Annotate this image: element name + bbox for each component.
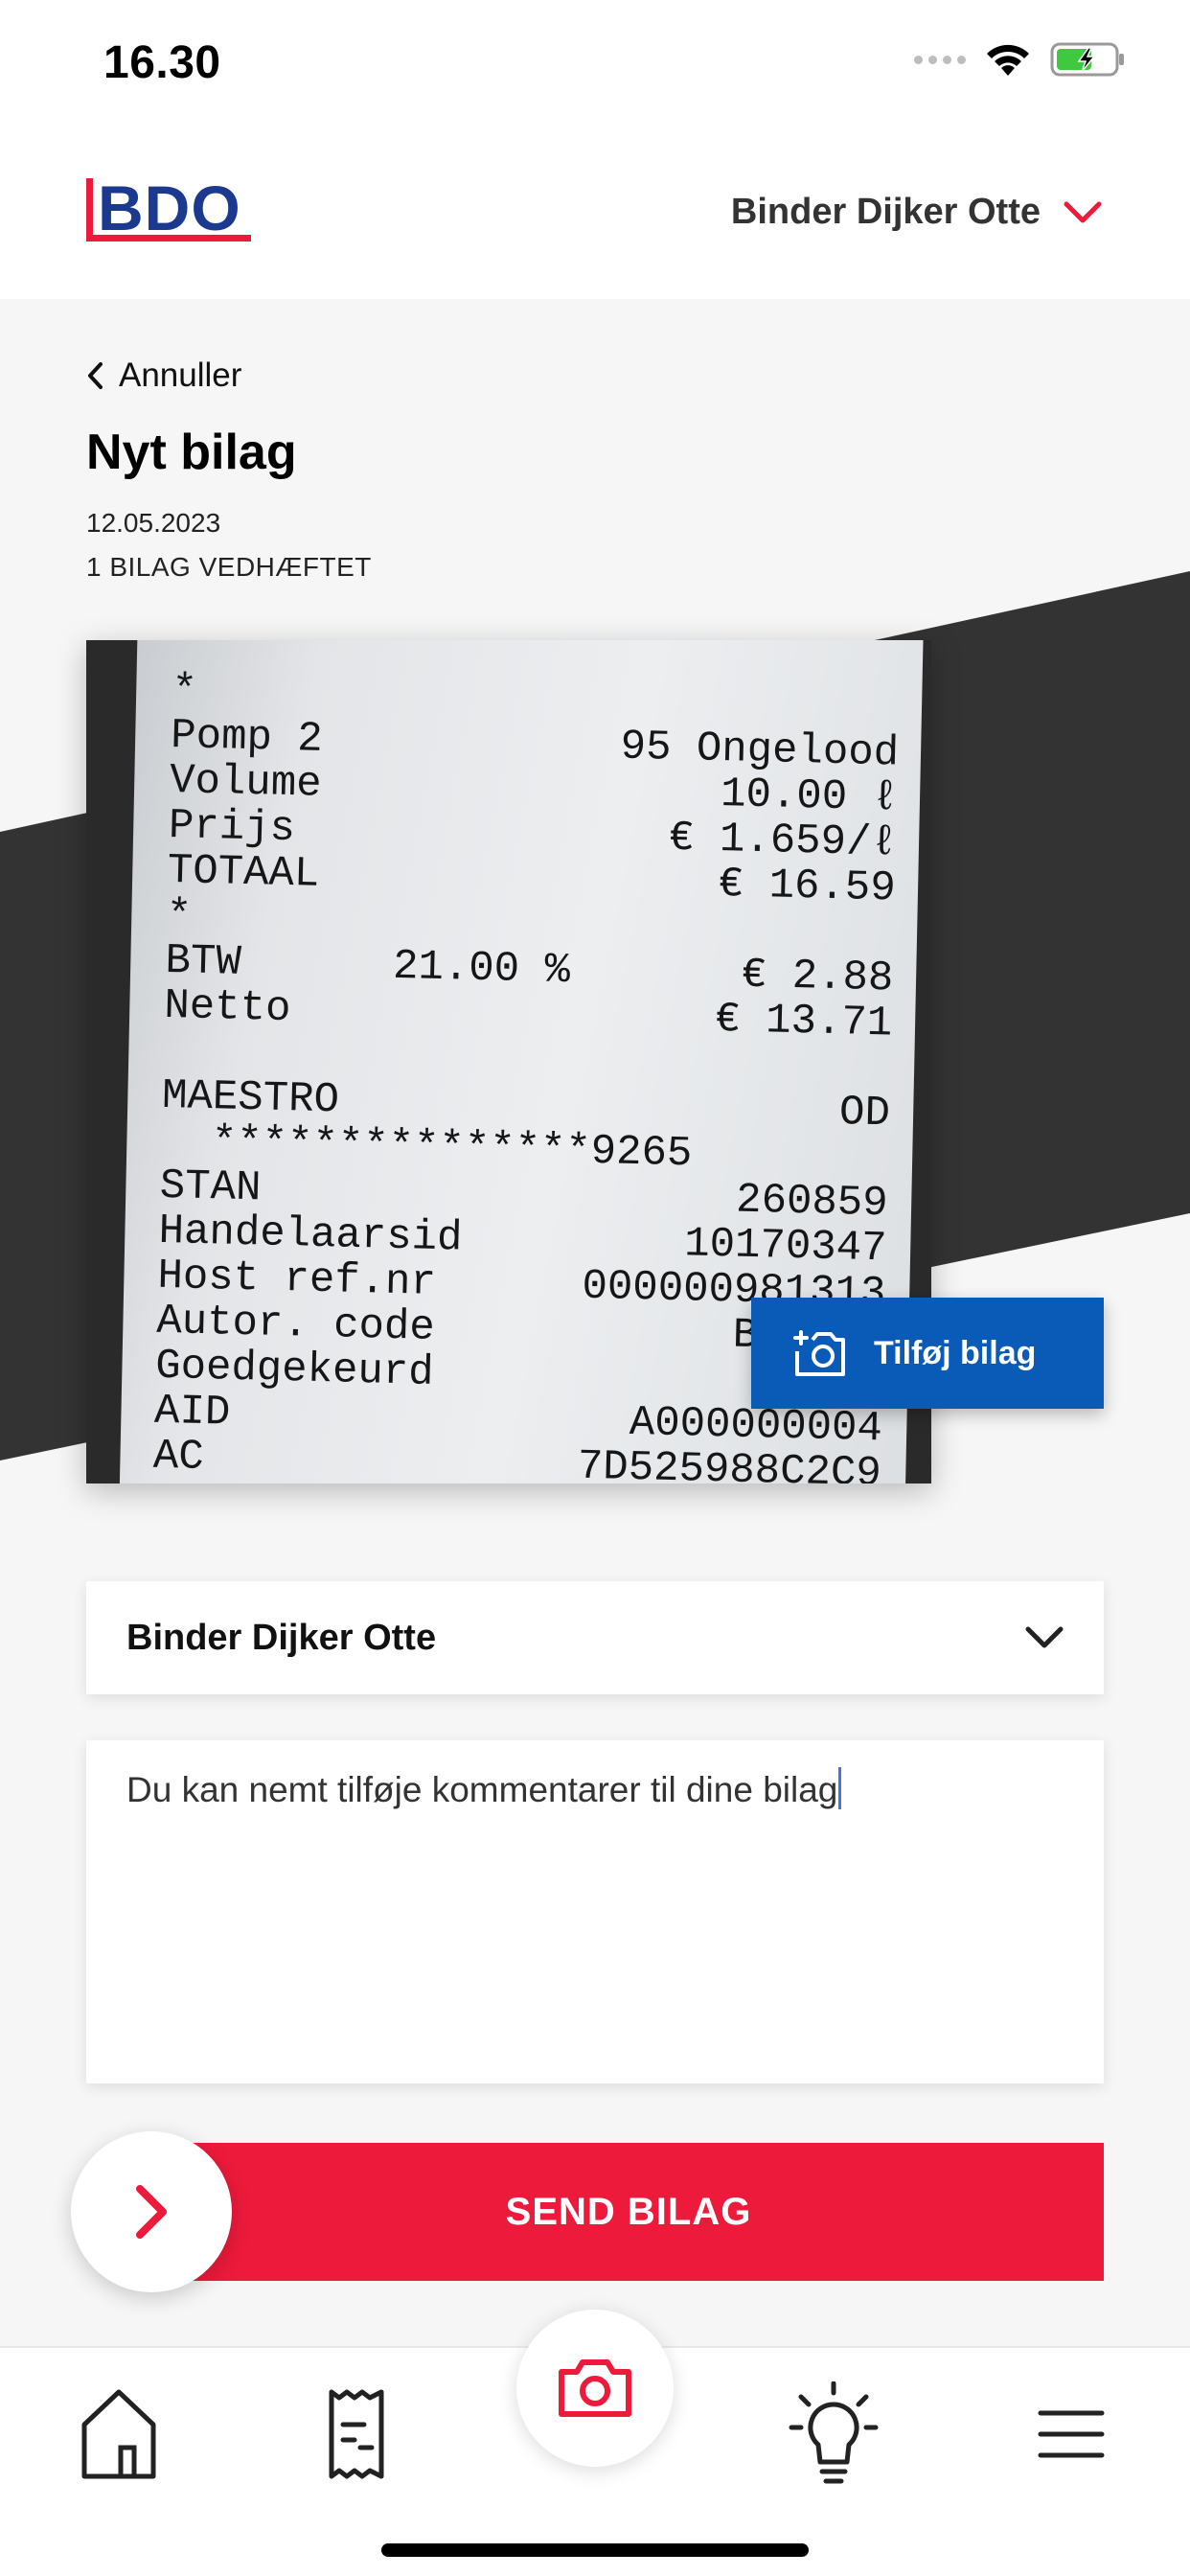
receipt-line-value: 95 Ongelood (620, 723, 900, 778)
receipt-line-label: AID (153, 1387, 231, 1438)
add-photo-icon (793, 1330, 845, 1376)
page-title: Nyt bilag (86, 425, 297, 480)
receipt-line-label: TOTAAL (167, 846, 320, 899)
main-content: Annuller Nyt bilag 12.05.2023 1 BILAG VE… (0, 299, 1190, 2346)
send-button[interactable]: SEND BILAG (192, 2143, 1104, 2281)
chevron-right-icon (136, 2185, 167, 2239)
receipt-line-label: Volume (169, 756, 323, 809)
receipt-line-label (163, 1029, 190, 1075)
receipt-line-value: 260859 (735, 1176, 889, 1229)
receipt-line-value: € 1.659/ℓ (668, 814, 898, 868)
chevron-down-icon (1064, 201, 1102, 222)
svg-text:BDO: BDO (98, 174, 241, 243)
company-dropdown-value: Binder Dijker Otte (126, 1617, 437, 1658)
receipt-line-label: Pomp 2 (170, 711, 324, 764)
receipt-line-label: MAESTRO (161, 1071, 340, 1125)
home-icon (81, 2389, 156, 2479)
company-dropdown[interactable]: Binder Dijker Otte (86, 1581, 1104, 1694)
receipt-line-label: Prijs (168, 801, 296, 854)
receipt-icon (329, 2389, 384, 2479)
tab-menu[interactable] (1004, 2367, 1138, 2501)
company-selector[interactable]: Binder Dijker Otte (731, 192, 1102, 233)
send-button-label: SEND BILAG (505, 2190, 752, 2233)
tab-home[interactable] (52, 2367, 186, 2501)
app-header: BDO Binder Dijker Otte (0, 134, 1190, 299)
receipt-line-value: € 16.59 (718, 860, 897, 913)
send-arrow-button[interactable] (71, 2131, 232, 2292)
company-selector-label: Binder Dijker Otte (730, 192, 1041, 232)
add-attachment-button[interactable]: Tilføj bilag (751, 1298, 1104, 1409)
menu-icon (1038, 2410, 1105, 2458)
tab-tips[interactable] (767, 2367, 901, 2501)
tab-vouchers[interactable] (289, 2367, 423, 2501)
home-indicator (381, 2543, 809, 2557)
cancel-label: Annuller (119, 356, 242, 394)
add-attachment-label: Tilføj bilag (874, 1334, 1037, 1371)
receipt-line-value: € 2.88 (741, 951, 894, 1003)
cancel-button[interactable]: Annuller (86, 356, 241, 395)
chevron-left-icon (88, 362, 103, 389)
wifi-icon (987, 44, 1029, 76)
status-bar: 16.30 (0, 0, 1190, 134)
receipt-line-value: 10170347 (683, 1220, 888, 1274)
receipt-line-value: OD (838, 1089, 891, 1138)
receipt-line-value: 7D525988C2C9 (577, 1442, 882, 1484)
status-time: 16.30 (103, 37, 221, 88)
receipt-line-value: 10.00 ℓ (720, 770, 899, 823)
camera-icon (559, 2359, 631, 2417)
receipt-line-label: * (171, 667, 198, 716)
lightbulb-icon (789, 2381, 879, 2484)
bdo-logo: BDO (84, 172, 257, 254)
chevron-down-icon (1025, 1626, 1064, 1648)
text-cursor (838, 1767, 842, 1809)
receipt-line-value: € 13.71 (714, 995, 893, 1048)
comment-text: Du kan nemt tilføje kommentarer til dine… (126, 1770, 838, 1809)
battery-icon (1050, 42, 1124, 77)
attachments-count: 1 BILAG VEDHÆFTET (86, 552, 372, 582)
receipt-line-label: * (166, 891, 193, 941)
receipt-line-label: Netto (163, 981, 292, 1034)
receipt-line-label: AC (152, 1432, 205, 1483)
voucher-date: 12.05.2023 (86, 508, 221, 538)
receipt-line-label: STAN (159, 1162, 263, 1213)
cellular-signal-icon (914, 55, 966, 64)
status-icons (914, 40, 1127, 79)
tab-bar (0, 2310, 1190, 2576)
camera-button[interactable] (516, 2310, 674, 2467)
comment-field[interactable]: Du kan nemt tilføje kommentarer til dine… (86, 1740, 1104, 2083)
